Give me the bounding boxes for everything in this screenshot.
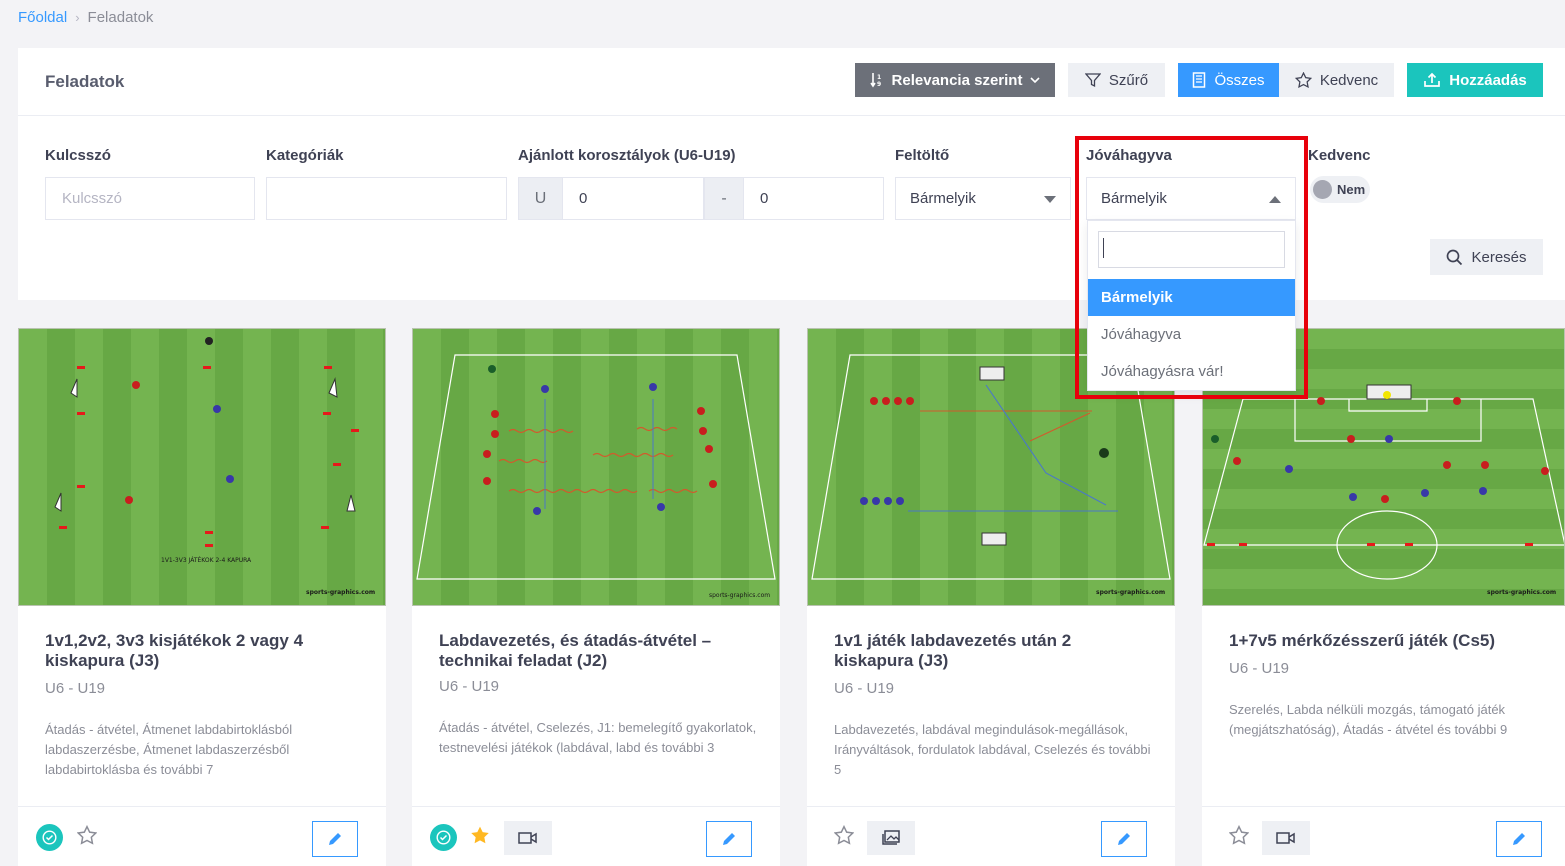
- card-age-range: U6 - U19: [1229, 660, 1290, 677]
- pencil-icon: [1118, 833, 1130, 845]
- card-description: Átadás - átvétel, Átmenet labdabirtoklás…: [45, 722, 293, 777]
- images-icon: [882, 830, 900, 845]
- card-description: Szerelés, Labda nélküli mozgás, támogató…: [1229, 702, 1508, 737]
- video-camera-icon: [518, 832, 537, 844]
- age-range-label: Ajánlott korosztályok (U6-U19): [518, 147, 736, 164]
- card-age-range: U6 - U19: [45, 680, 106, 697]
- breadcrumb-home-link[interactable]: Főoldal: [18, 9, 67, 26]
- favorite-tab-button[interactable]: Kedvenc: [1279, 63, 1394, 97]
- caret-down-icon: [1044, 196, 1056, 203]
- exercise-diagram-image[interactable]: sports-graphics.com: [412, 328, 780, 606]
- approved-value: Bármelyik: [1101, 190, 1167, 207]
- category-input[interactable]: [266, 177, 507, 220]
- edit-button[interactable]: [1101, 821, 1147, 857]
- pencil-icon: [723, 833, 735, 845]
- dropdown-option-approved[interactable]: Jóváhagyva: [1088, 316, 1295, 353]
- dropdown-option-pending[interactable]: Jóváhagyásra vár!: [1088, 353, 1295, 390]
- favorite-star-icon[interactable]: [834, 825, 854, 845]
- gallery-button[interactable]: [867, 821, 915, 855]
- uploader-value: Bármelyik: [910, 190, 976, 207]
- watermark: sports-graphics.com: [1096, 589, 1165, 596]
- video-button[interactable]: [504, 821, 552, 855]
- uploader-select[interactable]: Bármelyik: [895, 177, 1071, 220]
- toggle-text: Nem: [1337, 182, 1366, 197]
- book-icon: [1193, 72, 1206, 88]
- filter-label: Szűrő: [1108, 71, 1149, 89]
- card-age-range: U6 - U19: [834, 680, 895, 697]
- svg-text:9: 9: [877, 81, 881, 88]
- edit-button[interactable]: [706, 821, 752, 857]
- card-age-range: U6 - U19: [439, 678, 500, 695]
- all-label: Összes: [1214, 71, 1265, 89]
- edit-button[interactable]: [312, 821, 358, 857]
- sort-label: Relevancia szerint: [891, 71, 1023, 89]
- approved-select[interactable]: Bármelyik: [1086, 177, 1296, 220]
- pencil-icon: [329, 833, 341, 845]
- exercise-card[interactable]: sports-graphics.com Labdavezetés, és áta…: [412, 328, 780, 866]
- star-outline-icon: [1294, 72, 1312, 88]
- toggle-knob: [1313, 180, 1332, 199]
- upload-icon: [1424, 72, 1441, 87]
- all-tab-button[interactable]: Összes: [1178, 63, 1279, 97]
- approved-check-icon: [430, 824, 457, 851]
- caret-up-icon: [1269, 196, 1281, 203]
- card-description: Labdavezetés, labdával megindulások-megá…: [834, 722, 1151, 777]
- pencil-icon: [1513, 833, 1525, 845]
- card-title[interactable]: 1v1 játék labdavezetés után 2 kiskapura …: [834, 631, 1134, 671]
- breadcrumb-separator-icon: ›: [75, 10, 80, 25]
- funnel-icon: [1084, 73, 1101, 88]
- sort-icon: 19: [869, 73, 881, 88]
- approved-label: Jóváhagyva: [1086, 147, 1172, 164]
- keyword-input[interactable]: Kulcsszó: [45, 177, 255, 220]
- search-label: Keresés: [1471, 248, 1527, 266]
- dropdown-search-input[interactable]: [1098, 231, 1285, 268]
- card-title[interactable]: 1+7v5 mérkőzésszerű játék (Cs5): [1229, 631, 1529, 651]
- dropdown-option-any[interactable]: Bármelyik: [1088, 279, 1295, 316]
- approved-check-icon: [36, 824, 63, 851]
- breadcrumb: Főoldal › Feladatok: [18, 9, 153, 26]
- keyword-label: Kulcsszó: [45, 147, 111, 164]
- edit-button[interactable]: [1496, 821, 1542, 857]
- favorite-star-filled-icon[interactable]: [470, 825, 490, 845]
- sort-button[interactable]: 19 Relevancia szerint: [855, 63, 1055, 97]
- exercise-card[interactable]: sports-graphics.com 1+7v5 mérkőzésszerű …: [1202, 328, 1565, 866]
- approved-dropdown-menu: Bármelyik Jóváhagyva Jóváhagyásra vár!: [1087, 220, 1296, 391]
- svg-text:1: 1: [877, 74, 881, 81]
- filter-panel: Feladatok 19 Relevancia szerint Szűrő Ös…: [18, 48, 1565, 300]
- watermark: sports-graphics.com: [709, 592, 770, 599]
- exercise-diagram-image[interactable]: 1V1-3V3 JÁTÉKOK 2-4 KAPURA sports-graphi…: [18, 328, 386, 606]
- watermark: sports-graphics.com: [306, 589, 375, 596]
- search-button[interactable]: Keresés: [1430, 239, 1543, 275]
- favorite-filter-label: Kedvenc: [1308, 147, 1371, 164]
- watermark: sports-graphics.com: [1487, 589, 1556, 596]
- exercise-card[interactable]: 1V1-3V3 JÁTÉKOK 2-4 KAPURA sports-graphi…: [18, 328, 386, 866]
- search-icon: [1447, 249, 1463, 265]
- diagram-caption: 1V1-3V3 JÁTÉKOK 2-4 KAPURA: [161, 556, 252, 564]
- breadcrumb-current: Feladatok: [87, 9, 154, 26]
- page-title: Feladatok: [45, 72, 125, 91]
- favorite-star-icon[interactable]: [77, 825, 97, 845]
- add-button[interactable]: Hozzáadás: [1407, 63, 1543, 97]
- video-camera-icon: [1276, 832, 1295, 844]
- favorite-toggle[interactable]: Nem: [1310, 176, 1370, 203]
- age-separator-addon: -: [704, 177, 744, 220]
- category-label: Kategóriák: [266, 147, 344, 164]
- add-label: Hozzáadás: [1449, 71, 1527, 89]
- favorite-star-icon[interactable]: [1229, 825, 1249, 845]
- filter-button[interactable]: Szűrő: [1068, 63, 1165, 97]
- card-title[interactable]: 1v1,2v2, 3v3 kisjátékok 2 vagy 4 kiskapu…: [45, 631, 345, 671]
- panel-header: Feladatok 19 Relevancia szerint Szűrő Ös…: [18, 48, 1565, 116]
- uploader-label: Feltöltő: [895, 147, 950, 164]
- age-to-input[interactable]: 0: [743, 177, 884, 220]
- card-title[interactable]: Labdavezetés, és átadás-átvétel – techni…: [439, 631, 739, 671]
- card-description: Átadás - átvétel, Cselezés, J1: bemelegí…: [439, 720, 757, 755]
- text-cursor: [1103, 238, 1104, 258]
- exercise-card[interactable]: sports-graphics.com 1v1 játék labdavezet…: [807, 328, 1175, 866]
- chevron-down-icon: [1030, 76, 1041, 83]
- age-from-input[interactable]: 0: [562, 177, 704, 220]
- age-prefix-addon: U: [518, 177, 563, 220]
- video-button[interactable]: [1262, 821, 1310, 855]
- favorite-label: Kedvenc: [1319, 71, 1379, 89]
